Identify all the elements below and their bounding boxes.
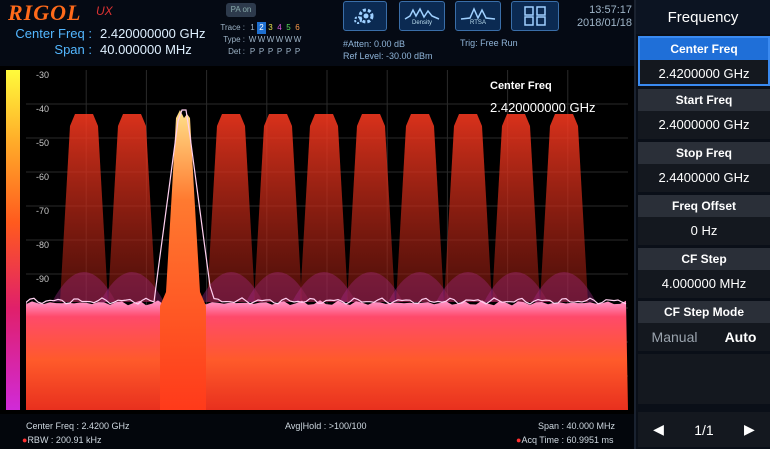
softkey-label: Stop Freq [638,142,770,164]
trace-4[interactable]: 4 [275,22,284,34]
option-auto[interactable]: Auto [725,323,757,351]
footer-rbw-text: RBW : 200.91 kHz [27,435,102,445]
main-signal-peak [160,110,206,410]
overlay-value: 2.420000000 GHz [490,100,596,115]
softkey-value: 0 Hz [690,223,718,238]
overlay-title: Center Freq [490,80,552,92]
ref-level-readout: Ref Level: -30.00 dBm [343,51,433,61]
trace-status[interactable]: Trace : 1 2 3 4 5 6 Type : W W W W W W D… [215,22,333,58]
softkey-value: 2.4400000 GHz [658,170,750,185]
measurement-info: #Atten: 0.00 dB Ref Level: -30.00 dBm [343,38,433,62]
noise-floor [26,300,628,410]
grid-layout-icon [524,6,546,26]
pa-badge[interactable]: PA on [226,3,256,17]
softkey-value: 2.4200000 GHz [658,66,750,81]
type-3: W [266,35,275,44]
type-4: W [275,35,284,44]
footer-avg-hold: Avg|Hold : >100/100 [285,421,367,431]
rtsa-caption: RTSA [470,20,486,26]
footer-acq-time: ●Acq Time : 60.9951 ms [516,435,613,445]
y-tick-label: -50 [36,138,50,148]
softkey-label: CF Step Mode [638,301,770,323]
clock-date: 2018/01/18 [576,17,632,29]
softkey-label: Start Freq [638,89,770,111]
det-1: P [249,47,256,56]
spectrum-canvas[interactable] [26,70,628,410]
page-indicator: 1/1 [694,421,714,438]
det-label: Det : [228,47,245,56]
det-6: P [294,47,301,56]
rtsa-button[interactable]: RTSA [455,1,501,31]
density-icon [404,7,440,20]
det-5: P [285,47,292,56]
softkey-cf-step[interactable]: CF Step 4.000000 MHz [638,248,770,298]
brand-logo: RIGOL [8,0,82,25]
type-6: W [293,35,302,44]
page-prev-icon[interactable]: ◀ [653,421,664,438]
trace-6[interactable]: 6 [293,22,302,34]
softkey-start-freq[interactable]: Start Freq 2.4000000 GHz [638,89,770,139]
span-value: 40.000000 MHz [100,42,192,57]
span-label: Span : [54,42,92,57]
spectrum-icon [460,7,496,20]
footer-rbw: ●RBW : 200.91 kHz [22,435,101,445]
footer-center-freq: Center Freq : 2.4200 GHz [26,421,130,431]
softkey-menu: Frequency Center Freq 2.4200000 GHz Star… [634,0,770,449]
softkey-stop-freq[interactable]: Stop Freq 2.4400000 GHz [638,142,770,192]
type-5: W [284,35,293,44]
trace-1[interactable]: 1 [248,22,257,34]
page-next-icon[interactable]: ▶ [744,421,755,438]
softkey-cf-step-mode[interactable]: CF Step Mode Manual Auto [638,301,770,351]
y-tick-label: -30 [36,70,50,80]
trigger-readout: Trig: Free Run [460,38,518,48]
status-footer: Center Freq : 2.4200 GHz ●RBW : 200.91 k… [0,414,634,449]
density-caption: Density [411,20,432,26]
status-header: RIGOL UX Center Freq : 2.420000000 GHz S… [0,0,634,66]
clock-time: 13:57:17 [589,4,632,16]
option-manual[interactable]: Manual [652,323,698,351]
center-freq-value: 2.420000000 GHz [100,26,206,41]
softkey-center-freq[interactable]: Center Freq 2.4200000 GHz [638,36,770,86]
center-freq-readout: Center Freq : 2.420000000 GHz [10,26,220,41]
y-tick-label: -40 [36,104,50,114]
softkey-freq-offset[interactable]: Freq Offset 0 Hz [638,195,770,245]
softkey-label: Freq Offset [638,195,770,217]
det-2: P [258,47,265,56]
type-1: W [248,35,257,44]
settings-button[interactable] [343,1,387,31]
type-2: W [257,35,266,44]
y-tick-label: -70 [36,206,50,216]
y-tick-label: -60 [36,172,50,182]
y-tick-label: -90 [36,274,50,284]
menu-pager: ◀ 1/1 ▶ [638,412,770,447]
trace-3[interactable]: 3 [266,22,275,34]
spectrum-display[interactable]: -30 -40 -50 -60 -70 -80 -90 Center Freq … [0,66,632,414]
atten-readout: #Atten: 0.00 dB [343,39,406,49]
softkey-value: 4.000000 MHz [661,276,747,291]
span-readout: Span : 40.000000 MHz [10,42,220,57]
footer-acq-text: Acq Time : 60.9951 ms [521,435,614,445]
clock: 13:57:17 2018/01/18 [568,4,632,30]
gear-icon [354,8,374,24]
trace-label: Trace : [220,23,245,32]
trace-2[interactable]: 2 [257,22,266,34]
center-freq-label: Center Freq : [15,26,92,41]
type-label: Type : [223,35,245,44]
density-color-bar [6,70,20,410]
footer-span: Span : 40.000 MHz [538,421,616,431]
density-button[interactable]: Density [399,1,445,31]
brand-sub-logo: UX [96,4,113,18]
softkey-value: 2.4000000 GHz [658,117,750,132]
det-3: P [267,47,274,56]
y-tick-label: -80 [36,240,50,250]
menu-title[interactable]: Frequency [636,0,770,34]
det-4: P [276,47,283,56]
softkey-label: CF Step [638,248,770,270]
trace-5[interactable]: 5 [284,22,293,34]
layout-button[interactable] [511,1,559,31]
softkey-empty [638,354,770,404]
softkey-label: Center Freq [640,38,768,60]
center-freq-overlay: Center Freq 2.420000000 GHz [490,80,596,115]
